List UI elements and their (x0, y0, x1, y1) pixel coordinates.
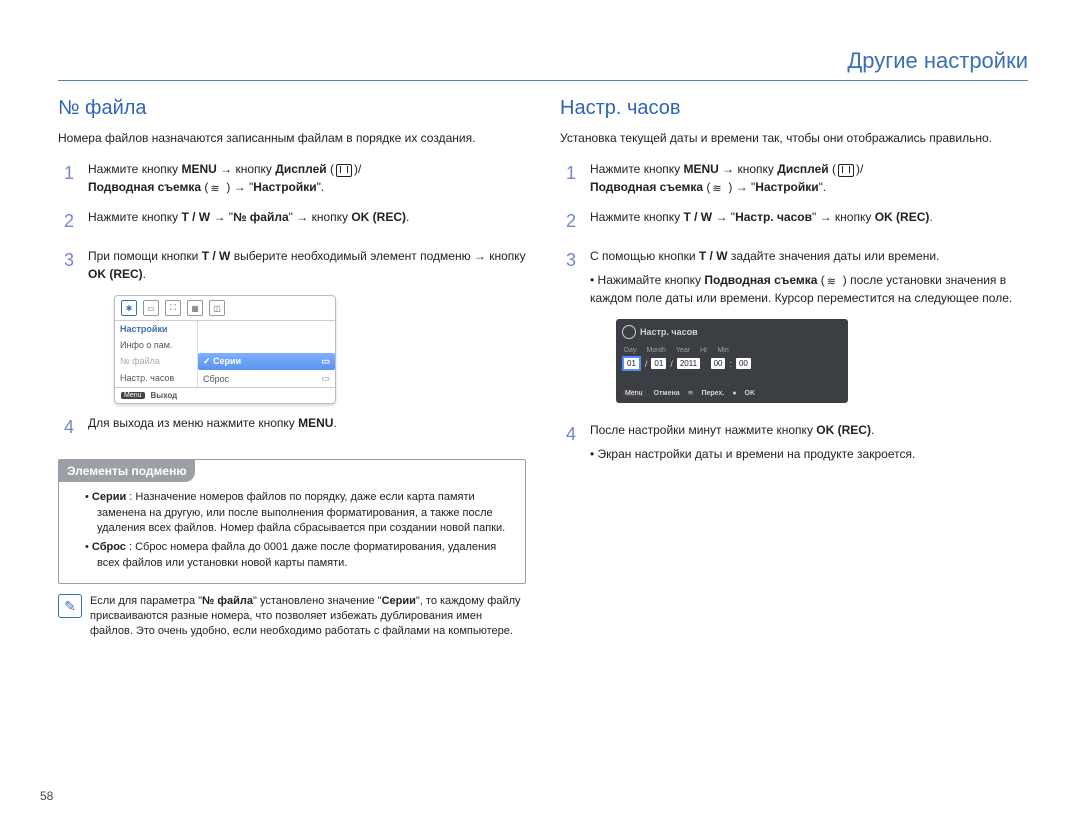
series-icon: ▭ (321, 356, 330, 367)
step-body: После настройки минут нажмите кнопку OK … (590, 421, 1028, 463)
tab-icon: ◫ (209, 300, 225, 316)
tab-icon: ⛶ (165, 300, 181, 316)
left-column: № файла Номера файлов назначаются записа… (58, 97, 526, 639)
display-icon (838, 164, 854, 177)
underwater-icon (712, 183, 726, 194)
step-body: Нажмите кнопку T / W → "№ файла" → кнопк… (88, 208, 526, 235)
gear-icon: ✱ (121, 300, 137, 316)
info-icon: ✎ (58, 594, 82, 618)
page-header: Другие настройки (58, 48, 1028, 81)
underwater-icon (210, 183, 224, 194)
clock-lead: Установка текущей даты и времени так, чт… (560, 130, 1028, 146)
step-number: 2 (58, 208, 74, 235)
step-number: 1 (58, 160, 74, 196)
step-body: При помощи кнопки T / W выберите необход… (88, 247, 526, 283)
ui-screenshot-menu: ✱ ▭ ⛶ ▦ ◫ Настройки Инфо о пам. № файла✓… (114, 295, 336, 404)
step-number: 4 (560, 421, 576, 463)
step-body: Нажмите кнопку T / W → "Настр. часов" → … (590, 208, 1028, 235)
step-body: Нажмите кнопку MENU кнопку Дисплей ()/ П… (590, 160, 1028, 196)
underwater-icon (827, 276, 841, 287)
rec-icon: ● (732, 390, 736, 397)
submenu-box: Элементы подменю Серии : Назначение номе… (58, 459, 526, 584)
underwater-icon: ≋ (688, 389, 694, 397)
tab-icon: ▭ (143, 300, 159, 316)
page-number: 58 (40, 789, 53, 803)
display-icon (336, 164, 352, 177)
step-body: С помощью кнопки T / W задайте значения … (590, 247, 1028, 307)
step-number: 3 (560, 247, 576, 307)
step-body: Для выхода из меню нажмите кнопку MENU. (88, 414, 526, 441)
file-no-heading: № файла (58, 97, 526, 120)
step-number: 4 (58, 414, 74, 441)
ui-screenshot-clock: Настр. часов DayMonthYearHrMin 01/ 01/ 2… (616, 319, 848, 403)
step-number: 2 (560, 208, 576, 235)
clock-icon (622, 325, 636, 339)
reset-icon: ▭ (321, 373, 330, 384)
step-number: 1 (560, 160, 576, 196)
info-note: ✎ Если для параметра "№ файла" установле… (58, 594, 526, 639)
step-number: 3 (58, 247, 74, 283)
right-column: Настр. часов Установка текущей даты и вр… (560, 97, 1028, 639)
menu-chip: Menu (622, 390, 646, 397)
file-no-lead: Номера файлов назначаются записанным фай… (58, 130, 526, 146)
submenu-heading: Элементы подменю (59, 460, 195, 482)
step-body: Нажмите кнопку MENU кнопку Дисплей ()/ П… (88, 160, 526, 196)
tab-icon: ▦ (187, 300, 203, 316)
clock-heading: Настр. часов (560, 97, 1028, 120)
menu-chip: Menu (121, 392, 145, 399)
